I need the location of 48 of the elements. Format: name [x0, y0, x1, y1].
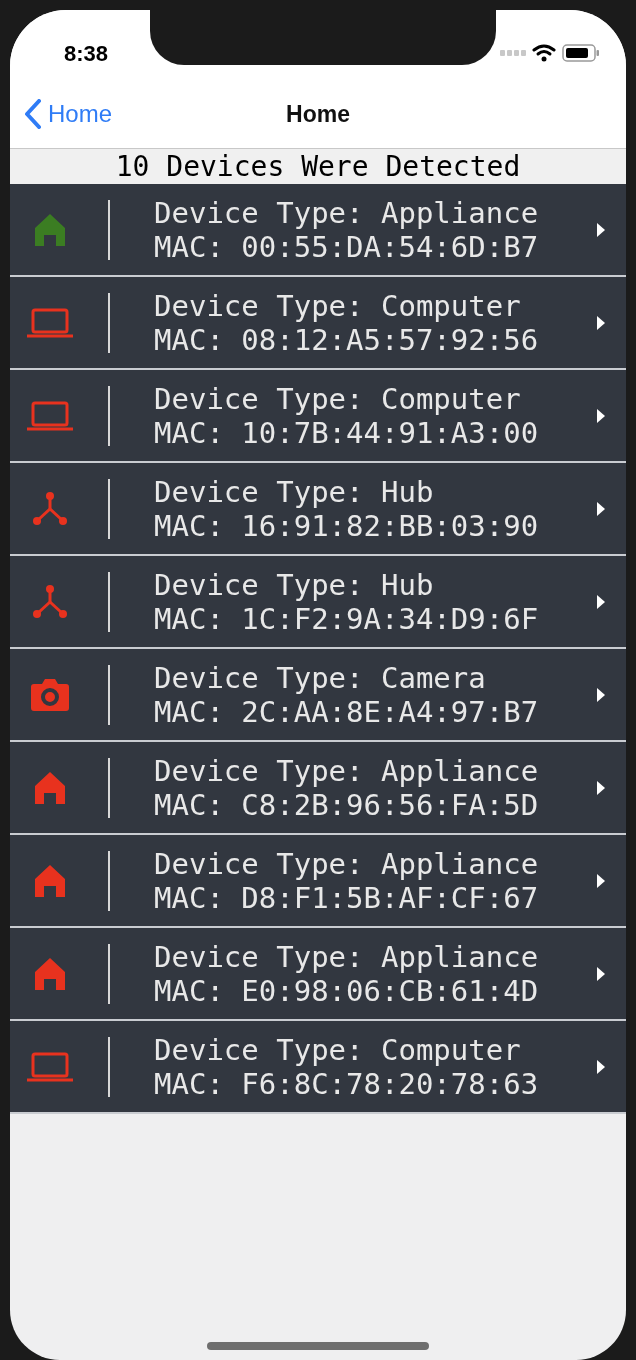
- device-row[interactable]: Device Type: Appliance MAC: 00:55:DA:54:6D:B7: [10, 184, 626, 277]
- mac-address: MAC: 00:55:DA:54:6D:B7: [154, 229, 540, 264]
- chevron-right-icon: [596, 965, 606, 982]
- battery-icon: [562, 44, 600, 62]
- mac-address: MAC: D8:F1:5B:AF:CF:67: [154, 880, 540, 915]
- device-row[interactable]: Device Type: Computer MAC: 10:7B:44:91:A3:00: [10, 370, 626, 463]
- chevron-right-icon: [596, 500, 606, 517]
- device-row[interactable]: Device Type: Computer MAC: 08:12:A5:57:92:56: [10, 277, 626, 370]
- device-count-header: 10 Devices Were Detected: [115, 152, 521, 181]
- chevron-right-icon: [596, 1058, 606, 1075]
- mac-address: MAC: C8:2B:96:56:FA:5D: [154, 787, 540, 822]
- chevron-right-icon: [596, 407, 606, 424]
- device-type: Device Type: Computer: [154, 1032, 522, 1067]
- device-type: Device Type: Computer: [154, 288, 522, 323]
- chevron-left-icon: [24, 99, 42, 129]
- chevron-right-icon: [596, 872, 606, 889]
- device-row[interactable]: Device Type: Camera MAC: 2C:AA:8E:A4:97:B7: [10, 649, 626, 742]
- mac-address: MAC: 2C:AA:8E:A4:97:B7: [154, 694, 540, 729]
- nav-title: Home: [286, 99, 350, 129]
- back-button[interactable]: Home: [10, 96, 113, 132]
- wifi-icon: [532, 44, 556, 62]
- device-row[interactable]: Device Type: Hub MAC: 16:91:82:BB:03:90: [10, 463, 626, 556]
- device-type: Device Type: Computer: [154, 381, 522, 416]
- device-type: Device Type: Appliance: [154, 195, 540, 230]
- mac-address: MAC: E0:98:06:CB:61:4D: [154, 973, 540, 1008]
- chevron-right-icon: [596, 779, 606, 796]
- chevron-right-icon: [596, 314, 606, 331]
- device-type: Device Type: Appliance: [154, 753, 540, 788]
- device-row[interactable]: Device Type: Appliance MAC: E0:98:06:CB:61:4D: [10, 928, 626, 1021]
- mac-address: MAC: 10:7B:44:91:A3:00: [154, 415, 540, 450]
- signal-icon: [500, 50, 526, 56]
- mac-address: MAC: 1C:F2:9A:34:D9:6F: [154, 601, 540, 636]
- device-type: Device Type: Appliance: [154, 939, 540, 974]
- device-row[interactable]: Device Type: Appliance MAC: C8:2B:96:56:FA:5D: [10, 742, 626, 835]
- device-type: Device Type: Hub: [154, 474, 435, 509]
- device-type: Device Type: Appliance: [154, 846, 540, 881]
- device-type: Device Type: Camera: [154, 660, 487, 695]
- mac-address: MAC: 16:91:82:BB:03:90: [154, 508, 540, 543]
- chevron-right-icon: [596, 221, 606, 238]
- mac-address: MAC: 08:12:A5:57:92:56: [154, 322, 540, 357]
- device-type: Device Type: Hub: [154, 567, 435, 602]
- device-row[interactable]: Device Type: Appliance MAC: D8:F1:5B:AF:CF:67: [10, 835, 626, 928]
- device-row[interactable]: Device Type: Hub MAC: 1C:F2:9A:34:D9:6F: [10, 556, 626, 649]
- status-time: 8:38: [64, 39, 109, 68]
- chevron-right-icon: [596, 593, 606, 610]
- mac-address: MAC: F6:8C:78:20:78:63: [154, 1066, 540, 1101]
- device-row[interactable]: Device Type: Computer MAC: F6:8C:78:20:78:63: [10, 1021, 626, 1114]
- chevron-right-icon: [596, 686, 606, 703]
